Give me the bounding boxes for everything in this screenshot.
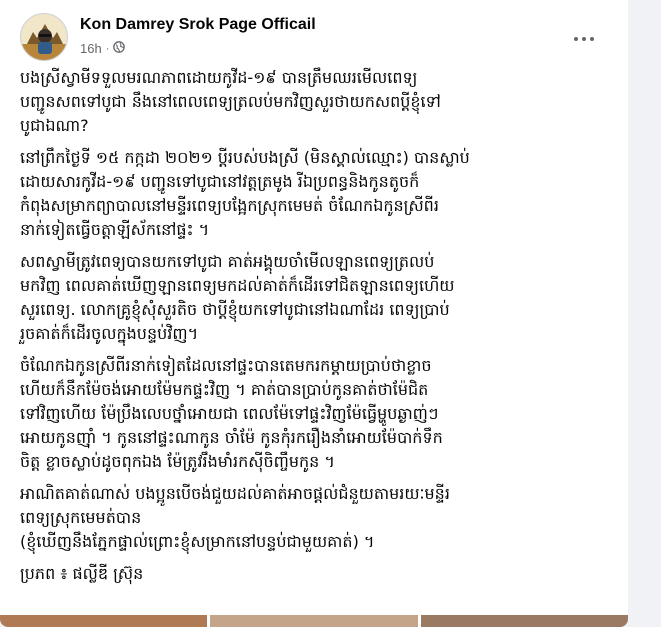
more-dot-icon [582,37,586,41]
post-source: ប្រភព ៖ ផល្លីឌី ស្រ៊ុន [20,564,144,583]
post-photos[interactable] [0,615,628,627]
post-card: Kon Damrey Srok Page Officail 16h · បងស្… [0,0,628,627]
post-paragraph-3: សពស្វាមីត្រូវពេទ្យបានយកទៅបូជា គាត់អង្គុយ… [20,252,455,343]
post-paragraph-5: អាណិតគាត់ណាស់ បងប្អូនបើចង់ជួយដល់គាត់អាចផ… [20,484,450,551]
post-time[interactable]: 16h [80,41,102,56]
post-header: Kon Damrey Srok Page Officail 16h · [20,13,608,65]
post-paragraph-1: បងស្រីស្វាមីទទួលមរណភាពដោយកូវីដ-១៩ បានត្រ… [20,68,441,135]
page-name[interactable]: Kon Damrey Srok Page Officail [80,16,316,34]
more-options-button[interactable] [566,21,602,57]
page-avatar[interactable] [20,13,68,61]
post-paragraph-4: ចំណែកឯកូនស្រីពីរនាក់ទៀតដែលនៅផ្ទះបានតេមករ… [20,356,443,471]
post-meta: 16h · [80,41,126,56]
photo-thumbnail[interactable] [210,615,418,627]
photo-thumbnail[interactable] [0,615,208,627]
post-text: បងស្រីស្វាមីទទួលមរណភាពដោយកូវីដ-១៩ បានត្រ… [20,66,614,594]
post-paragraph-2: នៅព្រឹកថ្ងៃទី ១៥ កក្កដា ២០២១ ប្តីរបស់បងស… [20,148,470,239]
avatar-image [21,14,67,60]
photo-thumbnail[interactable] [420,615,628,627]
more-dot-icon [574,37,578,41]
more-dot-icon [590,37,594,41]
globe-icon[interactable] [113,41,126,56]
meta-separator: · [105,42,110,55]
